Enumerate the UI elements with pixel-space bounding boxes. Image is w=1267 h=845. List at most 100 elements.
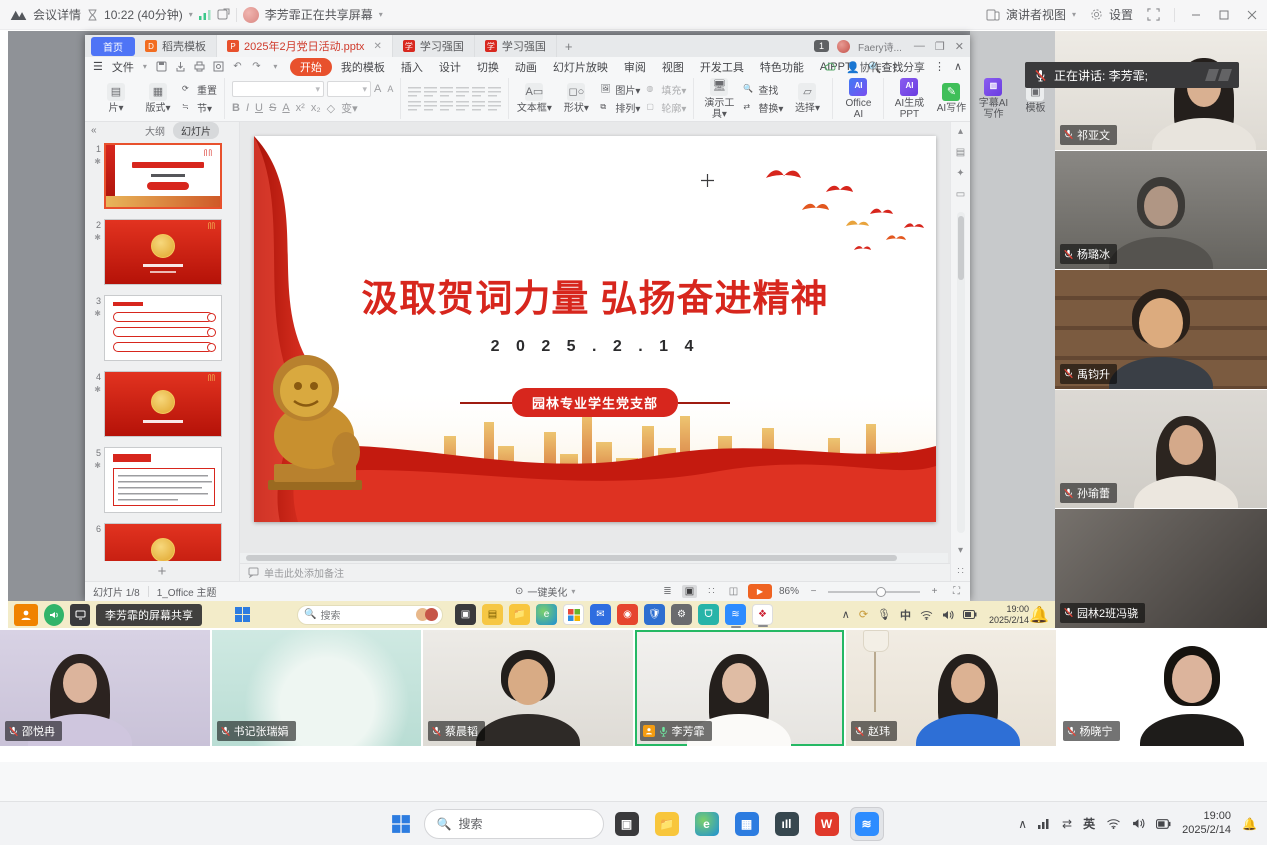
start-button[interactable] [384,807,418,841]
network-signal-icon[interactable] [199,9,211,20]
columns-icon[interactable] [472,100,485,111]
scroll-down-icon[interactable]: ▾ [958,545,963,556]
slide-thumbnail-4[interactable]: 4✱ ᥥᥥ [87,371,233,437]
print-icon[interactable] [193,60,206,73]
text-direction-icon[interactable] [488,86,501,97]
battery-icon[interactable] [963,610,977,619]
close-button[interactable] [1245,8,1259,22]
notes-toggle-icon[interactable]: ≣ [660,585,675,598]
align-right-icon[interactable] [440,100,453,111]
video-tile[interactable]: 蔡晨韬 [423,630,633,746]
fit-slide-icon[interactable]: ⛶ [949,585,964,598]
ime-indicator[interactable]: 中 [900,607,911,623]
indent-right-icon[interactable] [456,86,469,97]
edge-icon[interactable]: e [690,807,724,841]
switch-icon[interactable]: ⇄ [1062,817,1072,831]
tencent-meeting-icon[interactable]: ≋ [725,604,746,625]
outline-tab[interactable]: 大纲 [145,123,165,138]
cloud-sync-icon[interactable] [824,62,837,72]
editing-canvas[interactable]: 汲取贺词力量 弘扬奋进精神 2 0 2 5 . 2 . 1 4 园林专业学生党支… [240,122,950,553]
shared-search-input[interactable]: 🔍 搜索 [297,605,443,625]
tab-docer[interactable]: D 稻壳模板 [135,35,217,57]
strike-button[interactable]: S [269,102,276,114]
office-ai-button[interactable]: AIOffice AI [840,78,876,120]
shrink-font-icon[interactable]: A [387,84,393,94]
preview-icon[interactable] [212,60,225,73]
cellular-bars-icon[interactable] [1038,818,1051,829]
layout-button[interactable]: ▦版式▾ [140,83,176,114]
video-tile[interactable]: 杨璐冰 [1055,151,1267,270]
ribbon-tab-view[interactable]: 视图 [655,58,691,76]
wps-close-button[interactable]: ✕ [955,40,964,53]
notification-bell-icon[interactable]: 🔔 [1242,817,1257,831]
view-mode-button[interactable]: 演讲者视图 ▾ [986,6,1076,23]
shared-clock[interactable]: 19:002025/2/14 [989,604,1029,626]
presentation-tools-button[interactable]: 🖥演示工具▾ [701,78,737,120]
tab-study-2[interactable]: 学 学习强国 [475,35,557,57]
horizontal-scrollbar[interactable] [240,553,948,563]
textbox-button[interactable]: A▭文本框▾ [516,83,552,114]
slides-tab[interactable]: 幻灯片 [173,122,219,139]
export-icon[interactable] [174,60,187,73]
sync-icon[interactable]: ⟳ [859,608,868,621]
ime-indicator[interactable]: 英 [1083,815,1095,832]
volume-icon[interactable] [1132,818,1145,829]
video-tile[interactable]: 赵玮 [846,630,1056,746]
normal-view-icon[interactable]: ▣ [682,585,697,598]
line-spacing-icon[interactable] [472,86,485,97]
reading-view-icon[interactable]: ◫ [726,585,741,598]
ribbon-tab-features[interactable]: 特色功能 [753,58,811,76]
taskview-icon[interactable]: ▣ [455,604,476,625]
font-color-button[interactable]: A [282,102,289,114]
sorter-view-icon[interactable]: ∷ [704,585,719,598]
find-button[interactable]: 🔍查找 [743,82,783,97]
font-size-select[interactable]: ▾ [327,81,371,97]
tab-document[interactable]: P 2025年2月党日活动.pptx ✕ [217,35,393,57]
add-slide-button[interactable]: + [85,561,239,581]
video-tile[interactable]: 杨晓宁 [1058,630,1267,746]
font-family-select[interactable]: ▾ [232,81,324,97]
collaborate-button[interactable]: 👤协作 [846,59,882,75]
slide-badge-row[interactable]: 园林专业学生党支部 [254,388,936,417]
notification-bell-icon[interactable]: 🔔 [1029,605,1049,625]
new-slide-button[interactable]: ▤片▾ [98,83,134,114]
menu-file[interactable]: 文件 [105,58,141,76]
microsoft-store-icon[interactable]: ▦ [730,807,764,841]
ribbon-tab-animation[interactable]: 动画 [508,58,544,76]
file-explorer-icon[interactable]: 📁 [509,604,530,625]
tab-home[interactable]: 首页 [91,37,135,56]
zoom-level[interactable]: 86% [779,586,799,597]
assistant-icon[interactable]: ᗜ [698,604,719,625]
redo-icon[interactable]: ↷ [250,60,263,73]
slide-title[interactable]: 汲取贺词力量 弘扬奋进精神 [254,268,936,322]
ribbon-tab-insert[interactable]: 插入 [394,58,430,76]
zoom-slider-knob[interactable] [876,587,886,597]
zoom-out-icon[interactable]: − [806,585,821,598]
quickbar-caret-icon[interactable]: ▾ [269,60,282,73]
zoom-slider[interactable] [828,591,920,593]
ai-ppt-button[interactable]: AIAI生成PPT [891,78,927,120]
beautify-button[interactable]: ⊙ 一键美化▾ [515,584,575,599]
slide-canvas[interactable]: 汲取贺词力量 弘扬奋进精神 2 0 2 5 . 2 . 1 4 园林专业学生党支… [254,136,936,522]
wps-minimize-button[interactable]: — [914,40,925,53]
grow-font-icon[interactable]: A [374,83,381,95]
scroll-up-icon[interactable]: ▴ [958,126,963,137]
new-tab-button[interactable]: + [557,39,581,54]
text-effect-button[interactable]: 变▾ [341,100,358,116]
tray-expand-icon[interactable]: ∧ [1018,817,1027,831]
wps-account-name[interactable]: Faery诗... [858,39,902,54]
media-app-icon[interactable]: ıIl [770,807,804,841]
settings-button[interactable]: 设置 [1090,6,1133,23]
ribbon-tab-templates[interactable]: 我的模板 [334,58,392,76]
slide-badge[interactable]: 园林专业学生党支部 [512,388,678,417]
collapse-ribbon-icon[interactable]: ∧ [954,60,962,73]
weibo-icon[interactable]: ◉ [617,604,638,625]
video-tile[interactable]: 邵悦冉 [0,630,210,746]
taskbar-clock[interactable]: 19:002025/2/14 [1182,810,1231,838]
tab-count-badge[interactable]: 1 [814,40,829,52]
indent-left-icon[interactable] [440,86,453,97]
subscript-icon[interactable]: x₂ [311,102,321,114]
battery-icon[interactable] [1156,819,1171,829]
zoom-in-icon[interactable]: + [927,585,942,598]
meeting-detail-link[interactable]: 会议详情 [33,6,81,23]
